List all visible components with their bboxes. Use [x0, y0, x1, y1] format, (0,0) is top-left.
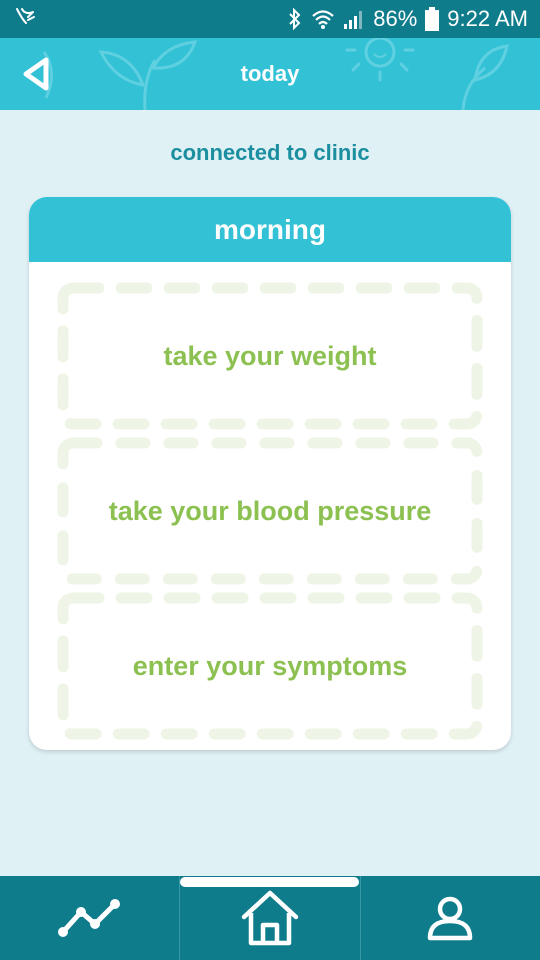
task-take-blood-pressure[interactable]: take your blood pressure — [57, 437, 483, 585]
nav-home-button[interactable] — [179, 876, 361, 960]
schedule-card: morning take your weight take your blood… — [29, 197, 511, 750]
connection-status: connected to clinic — [170, 140, 370, 165]
task-take-weight[interactable]: take your weight — [57, 282, 483, 430]
bluetooth-icon — [287, 8, 303, 30]
signal-icon — [343, 8, 365, 30]
status-bar: 86% 9:22 AM — [0, 0, 540, 38]
wifi-icon — [311, 8, 335, 30]
trend-chart-icon — [57, 899, 120, 937]
profile-icon — [428, 896, 473, 941]
notification-icon — [14, 6, 38, 32]
app-bar: today — [0, 38, 540, 110]
nav-trends-button[interactable] — [0, 876, 179, 960]
task-label: take your weight — [163, 340, 377, 371]
task-label: take your blood pressure — [108, 495, 432, 526]
card-title: morning — [29, 197, 511, 262]
bottom-nav — [0, 876, 540, 960]
page-title: today — [240, 61, 300, 86]
task-enter-symptoms[interactable]: enter your symptoms — [57, 592, 483, 740]
battery-icon — [425, 7, 440, 31]
battery-percent: 86% — [373, 6, 418, 31]
selected-tab-indicator — [180, 877, 359, 887]
nav-profile-button[interactable] — [361, 876, 540, 960]
home-icon — [241, 890, 299, 946]
task-label: enter your symptoms — [132, 650, 408, 681]
clock: 9:22 AM — [447, 6, 528, 31]
